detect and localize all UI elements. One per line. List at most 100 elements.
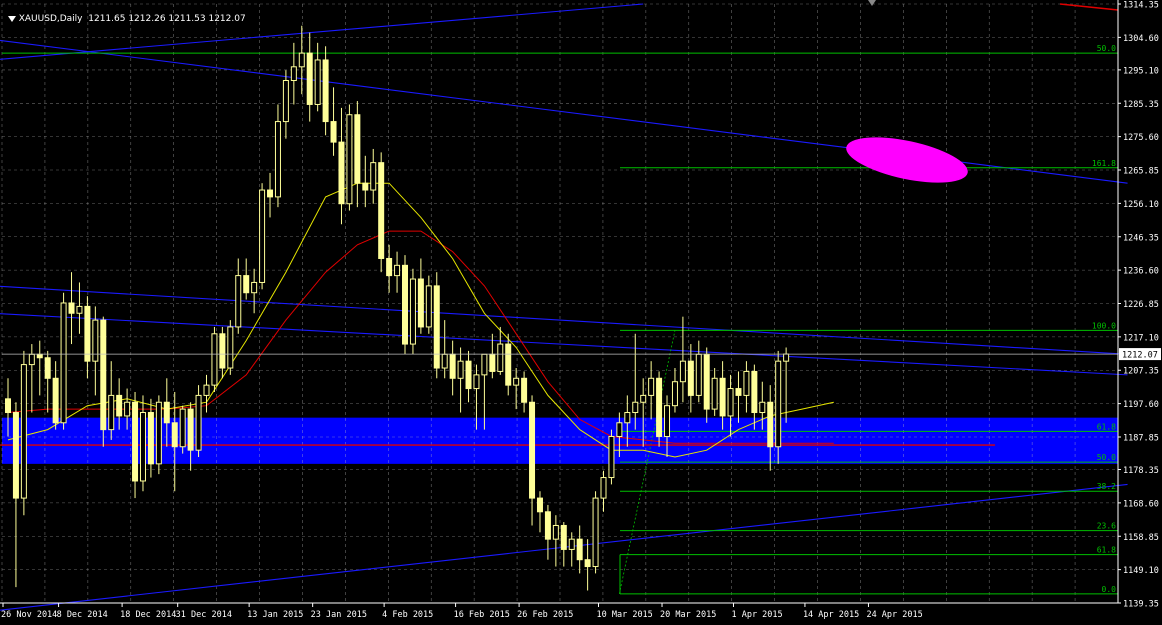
- candle-body-up: [727, 388, 734, 417]
- candle-body-up: [624, 412, 631, 424]
- candle-body-up: [648, 377, 655, 396]
- candle-body-up: [664, 405, 671, 437]
- price-tick-label: 1197.60: [1123, 400, 1159, 410]
- fib-level-label: 50.0: [1097, 44, 1116, 53]
- candle-body-up: [235, 275, 242, 328]
- candle-body-down: [378, 162, 385, 259]
- candle-body-down: [576, 538, 583, 561]
- candle-body-down: [521, 377, 528, 403]
- candle-body-down: [417, 278, 424, 328]
- candle-body-down: [306, 52, 313, 105]
- fib-level-label: 61.8: [1097, 546, 1116, 555]
- candle-body-down: [68, 302, 75, 314]
- candle-body-up: [425, 285, 432, 328]
- candle-body-up: [695, 353, 702, 396]
- candle-body-down: [84, 305, 91, 362]
- candle-body-down: [433, 285, 440, 369]
- price-tick-label: 1168.60: [1123, 499, 1159, 509]
- candle-body-down: [12, 412, 19, 499]
- time-tick-label: 14 Apr 2015: [803, 610, 859, 620]
- candle-body-up: [568, 538, 575, 550]
- candle-body-up: [473, 374, 480, 390]
- candle-body-up: [60, 302, 67, 424]
- candle-body-up: [457, 360, 464, 379]
- candle-body-up: [513, 377, 520, 386]
- shift-marker-icon[interactable]: [868, 0, 876, 6]
- candle-body-up: [195, 394, 202, 451]
- price-tick-label: 1178.35: [1123, 466, 1159, 476]
- time-tick-label: 18 Dec 2014: [120, 610, 176, 620]
- candle-body-down: [163, 401, 170, 424]
- candle-body-up: [481, 353, 488, 376]
- candle-body-down: [322, 59, 329, 123]
- fib-level-label: 50.0: [1097, 453, 1116, 462]
- candle-body-up: [203, 384, 210, 396]
- chart-header: XAUUSD,Daily 1211.65 1212.26 1211.53 121…: [2, 4, 246, 24]
- candle-body-up: [76, 305, 83, 314]
- price-tick-label: 1246.35: [1123, 233, 1159, 243]
- candle-body-down: [52, 377, 59, 424]
- price-chart[interactable]: 161.8 100.0 61.8 50.0 50.0 38.2 23.6 61.8 0.0 131…: [0, 0, 1162, 621]
- candle-body-down: [402, 264, 408, 345]
- candle-body-down: [36, 353, 43, 359]
- fib-level-label: 161.8: [1092, 159, 1116, 168]
- chart-canvas[interactable]: 161.8 100.0 61.8 50.0 50.0 38.2 23.6 61.8 0.0 131…: [0, 0, 1162, 621]
- candle-body-up: [290, 66, 297, 82]
- candle-body-down: [100, 319, 107, 431]
- candle-body-up: [783, 353, 790, 362]
- candle-body-down: [267, 189, 274, 198]
- candle-body-down: [703, 353, 710, 410]
- candle-body-down: [735, 388, 742, 396]
- candle-body-up: [497, 343, 504, 372]
- time-tick-label: 26 Feb 2015: [517, 610, 573, 620]
- time-tick-label: 26 Nov 2014: [1, 610, 57, 620]
- candle-body-up: [600, 477, 607, 499]
- candle-body-up: [346, 114, 353, 205]
- candle-body-up: [759, 401, 766, 414]
- candle-body-up: [592, 497, 599, 568]
- price-tick-label: 1149.10: [1123, 566, 1159, 576]
- candle-body-down: [505, 343, 512, 386]
- candle-body-down: [132, 401, 139, 482]
- time-tick-label: 10 Mar 2015: [597, 610, 653, 620]
- candle-body-down: [529, 401, 536, 499]
- price-tick-label: 1158.85: [1123, 533, 1159, 543]
- candle-body-up: [108, 394, 115, 431]
- candle-body-down: [544, 511, 551, 540]
- candle-body-down: [449, 353, 456, 379]
- candle-body-up: [155, 401, 162, 465]
- candle-body-up: [259, 189, 266, 283]
- time-tick-label: 20 Mar 2015: [660, 610, 716, 620]
- highlight-marker: [846, 137, 968, 183]
- candle-body-up: [409, 278, 416, 345]
- candle-body-down: [187, 408, 194, 451]
- candle-body-down: [719, 377, 726, 417]
- candle-body-up: [314, 59, 321, 105]
- candle-body-up: [608, 435, 615, 479]
- candle-body-up: [671, 381, 678, 407]
- candle-body-up: [743, 370, 750, 396]
- candle-body-down: [656, 377, 663, 437]
- fib-level-label: 23.6: [1097, 522, 1116, 531]
- candle-body-down: [584, 559, 591, 568]
- dropdown-triangle-icon[interactable]: [7, 15, 16, 22]
- price-tick-label: 1139.35: [1123, 600, 1159, 610]
- price-tick-label: 1226.85: [1123, 300, 1159, 310]
- candle-body-up: [711, 377, 718, 410]
- candle-body-down: [767, 401, 774, 448]
- top-red-line: [1059, 3, 1119, 11]
- time-tick-label: 13 Jan 2015: [247, 610, 303, 620]
- price-tick-label: 1275.60: [1123, 133, 1159, 143]
- fib-level-label: 100.0: [1092, 321, 1116, 330]
- candle-body-up: [679, 360, 686, 383]
- fib-level-label: 61.8: [1097, 422, 1116, 431]
- price-tick-label: 1304.60: [1123, 34, 1159, 44]
- time-tick-label: 31 Dec 2014: [176, 610, 232, 620]
- candle-body-up: [441, 353, 448, 369]
- time-tick-label: 8 Dec 2014: [57, 610, 108, 620]
- candle-body-down: [330, 121, 337, 143]
- candle-body-up: [227, 326, 234, 369]
- candle-body-up: [28, 353, 35, 366]
- candle-body-down: [687, 360, 694, 396]
- time-tick-label: 1 Apr 2015: [731, 610, 782, 620]
